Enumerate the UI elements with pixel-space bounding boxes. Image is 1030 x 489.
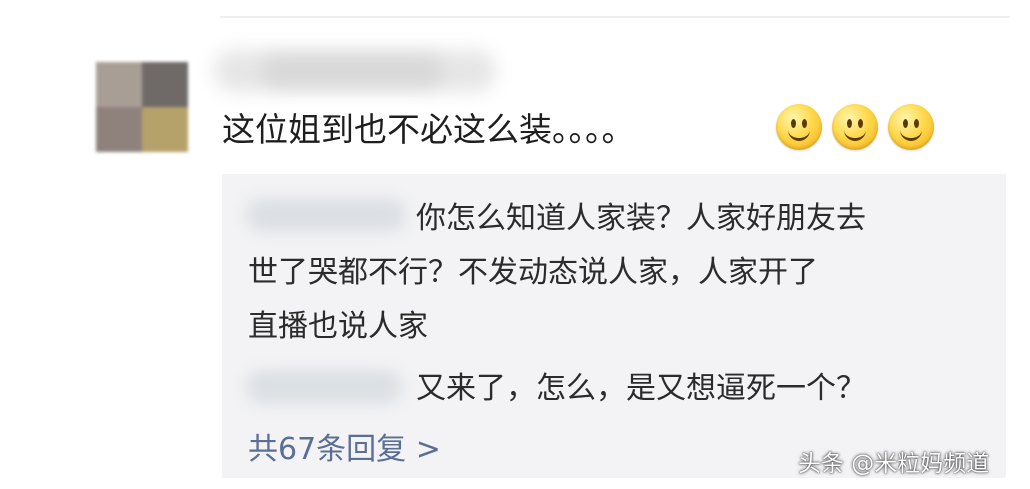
reply-1-line-3: 直播也说人家 xyxy=(248,309,428,344)
avatar-pixel xyxy=(96,62,142,107)
smiley-icon xyxy=(776,104,822,150)
reply-2-line-1: 又来了，怎么，是又想逼死一个？ xyxy=(416,371,866,406)
divider xyxy=(220,16,1010,18)
smiley-icon xyxy=(888,104,934,150)
avatar-pixel xyxy=(142,107,188,152)
avatar-pixel xyxy=(96,107,142,152)
watermark: 头条 @米粒妈频道 xyxy=(798,451,990,477)
smiley-icon xyxy=(832,104,878,150)
blurred-reply-username[interactable] xyxy=(246,370,402,404)
reply-1-line-1: 你怎么知道人家装？人家好朋友去 xyxy=(416,201,866,236)
weibo-comment-screenshot: 这位姐到也不必这么装。。。。 你怎么知道人家装？人家好朋友去 世了哭都不行？不发… xyxy=(0,0,1030,489)
comment-text: 这位姐到也不必这么装。。。。 xyxy=(222,110,635,149)
avatar-pixel xyxy=(142,62,188,107)
avatar[interactable] xyxy=(96,62,188,152)
blurred-reply-username[interactable] xyxy=(246,198,406,232)
view-all-replies-link[interactable]: 共67条回复 > xyxy=(248,428,441,472)
reply-1-line-2: 世了哭都不行？不发动态说人家，人家开了 xyxy=(248,255,818,290)
blurred-username-detail xyxy=(262,56,442,86)
emoji-row xyxy=(776,104,934,150)
